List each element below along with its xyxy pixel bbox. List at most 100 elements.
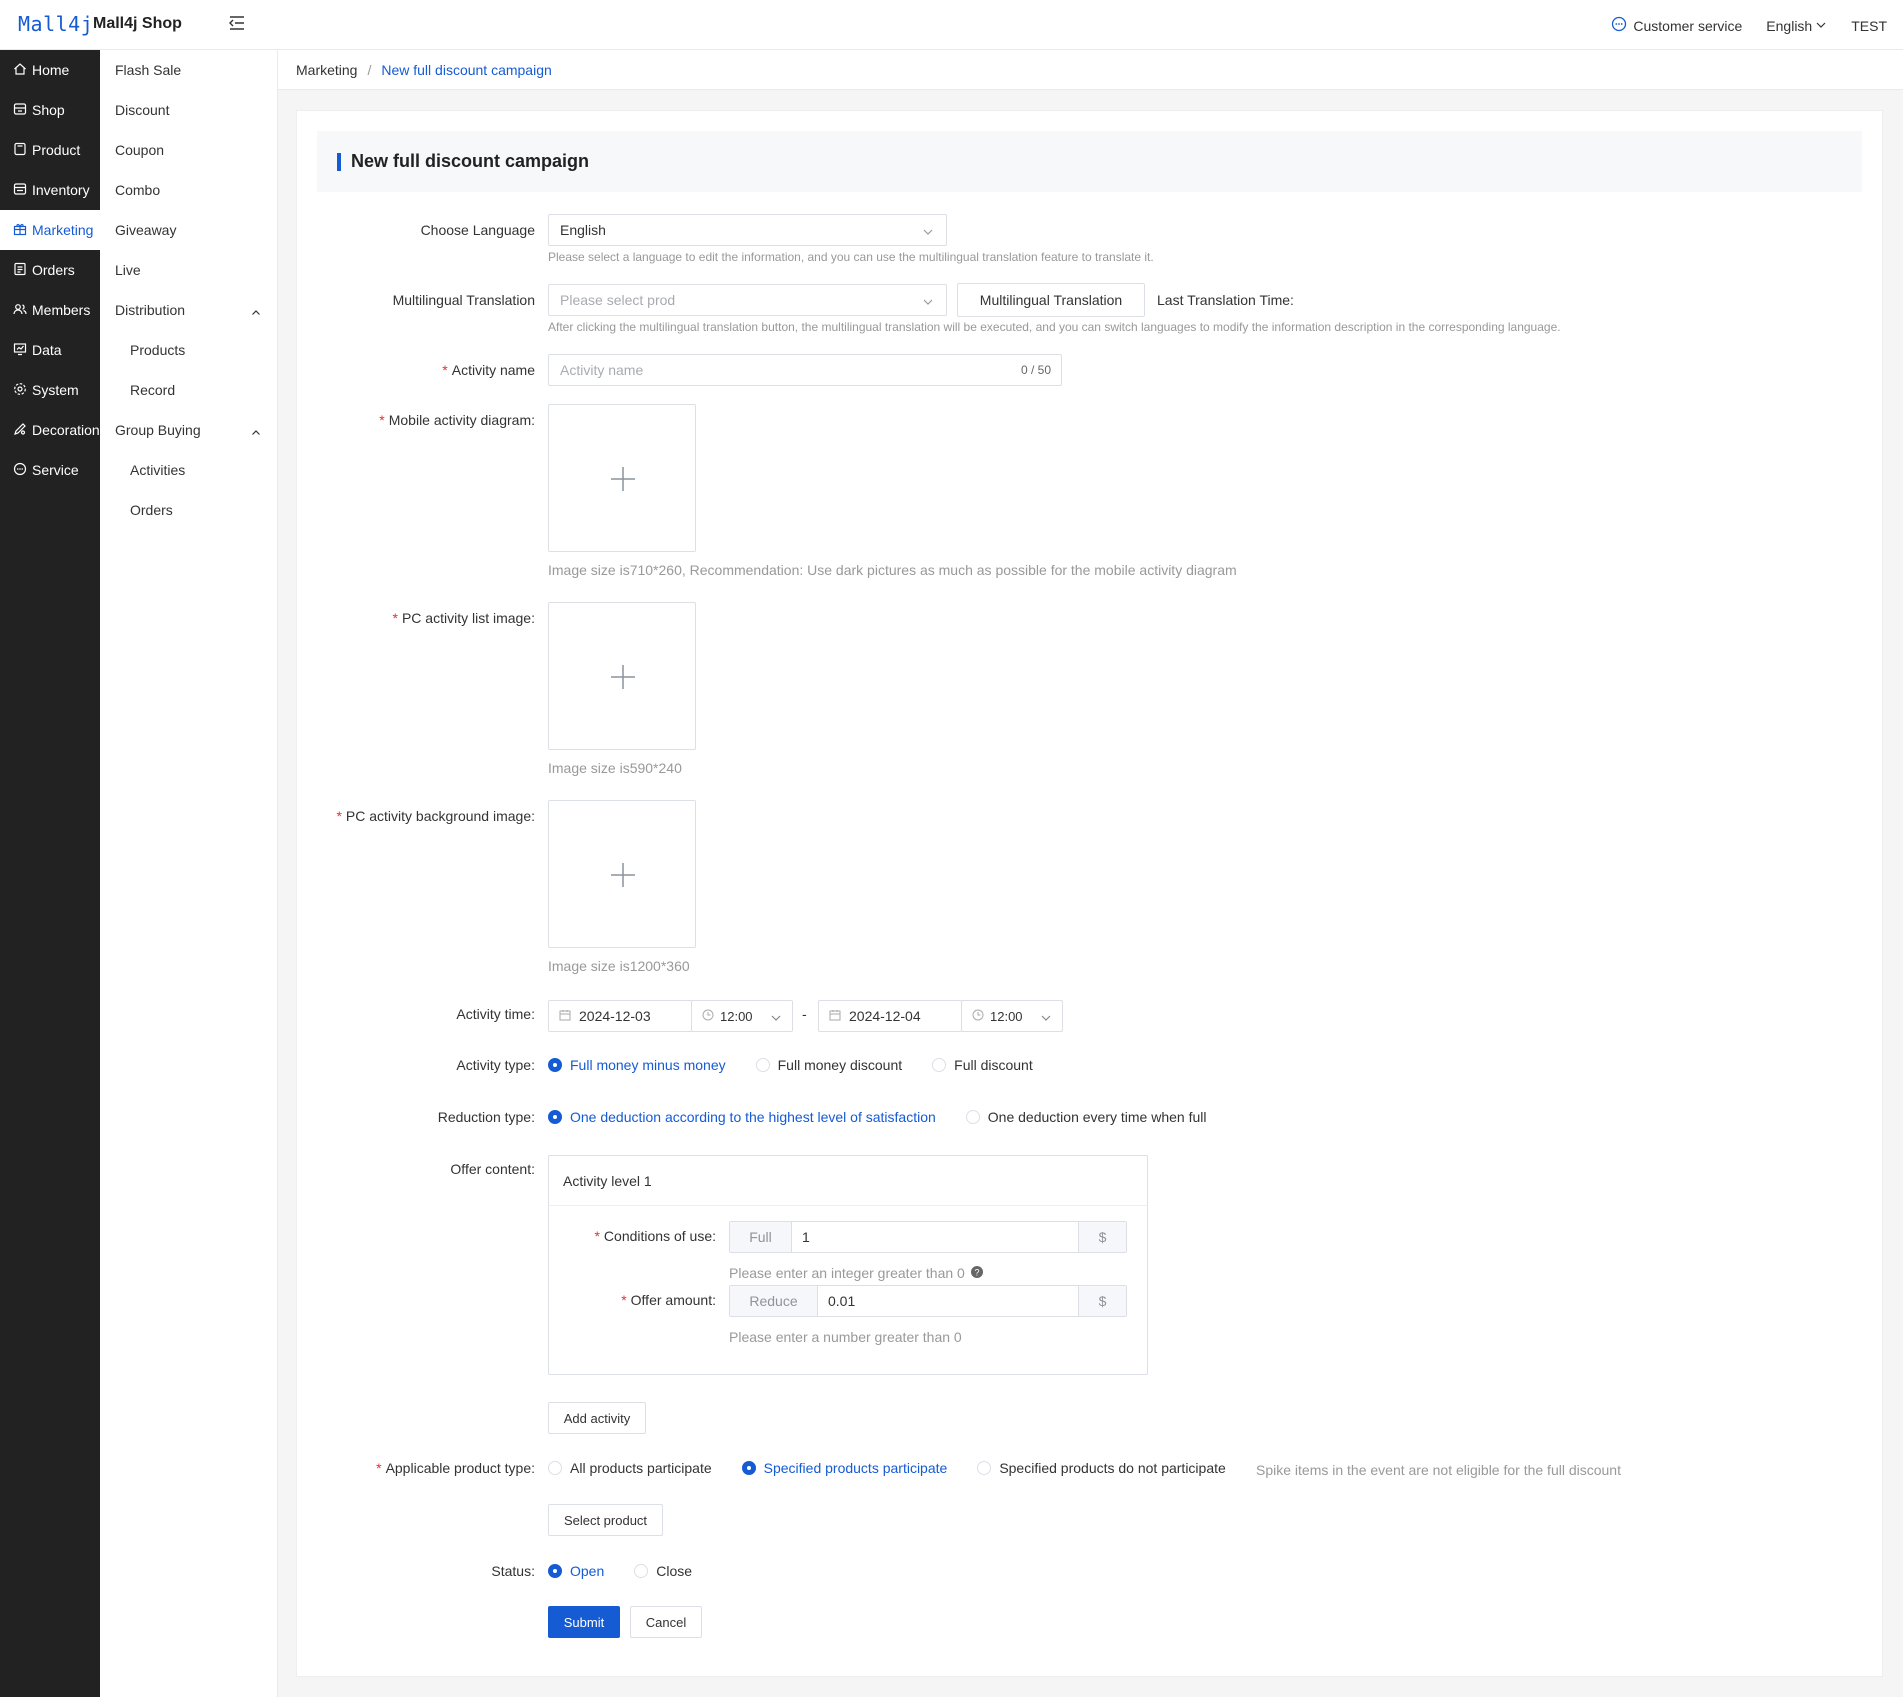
offer-amount-label: * Offer amount:: [621, 1292, 716, 1308]
subnav-item-live[interactable]: Live: [115, 250, 275, 290]
last-translation-time: Last Translation Time:: [1157, 292, 1294, 308]
pc-background-label: * PC activity background image:: [336, 808, 535, 824]
submit-button[interactable]: Submit: [548, 1606, 620, 1638]
sidebar-item-label: Orders: [32, 262, 75, 278]
product-type-radios: All products participate Specified produ…: [548, 1460, 1256, 1476]
language-hint: Please select a language to edit the inf…: [548, 250, 1154, 264]
radio-specified-products-excluded[interactable]: Specified products do not participate: [977, 1460, 1226, 1476]
sidebar-item-orders[interactable]: Orders: [0, 250, 100, 290]
radio-full-money-minus-money[interactable]: Full money minus money: [548, 1057, 726, 1073]
subnav-item-combo[interactable]: Combo: [115, 170, 275, 210]
radio-specified-products-participate[interactable]: Specified products participate: [741, 1460, 947, 1476]
subnav-item-group-orders[interactable]: Orders: [130, 490, 290, 530]
breadcrumb-separator: /: [367, 61, 372, 78]
language-selector[interactable]: English: [1766, 18, 1827, 34]
sidebar-item-label: Members: [32, 302, 91, 318]
sidebar-item-inventory[interactable]: Inventory: [0, 170, 100, 210]
pc-list-image-label: * PC activity list image:: [392, 610, 536, 626]
sidebar-item-decoration[interactable]: Decoration: [0, 410, 100, 450]
activity-type-label: Activity type:: [456, 1057, 535, 1073]
sidebar-item-label: Decoration: [32, 422, 100, 438]
mobile-diagram-label: * Mobile activity diagram:: [379, 412, 535, 428]
start-date-picker[interactable]: 2024-12-03: [548, 1000, 692, 1032]
char-counter: 0 / 50: [1020, 363, 1051, 377]
product-type-note: Spike items in the event are not eligibl…: [1256, 1462, 1621, 1478]
svg-text:?: ?: [974, 1268, 979, 1278]
menu-fold-icon[interactable]: [228, 14, 246, 32]
start-time-value: 12:00: [720, 1008, 753, 1024]
conditions-suffix: $: [1078, 1222, 1126, 1252]
subnav-item-coupon[interactable]: Coupon: [115, 130, 275, 170]
customer-service-link[interactable]: Customer service: [1611, 16, 1742, 35]
language-select[interactable]: English: [548, 214, 947, 246]
subnav-item-flash-sale[interactable]: Flash Sale: [115, 50, 275, 90]
select-product-button[interactable]: Select product: [548, 1504, 663, 1536]
subnav-item-discount[interactable]: Discount: [115, 90, 275, 130]
chat-icon: [1611, 16, 1627, 35]
add-activity-button[interactable]: Add activity: [548, 1402, 646, 1434]
pc-background-upload[interactable]: [548, 800, 696, 948]
radio-all-products[interactable]: All products participate: [548, 1460, 712, 1476]
activity-name-label: * Activity name: [442, 362, 535, 378]
pc-list-image-hint: Image size is590*240: [548, 760, 682, 776]
page-title: New full discount campaign: [351, 151, 590, 171]
sidebar-item-data[interactable]: Data: [0, 330, 100, 370]
subnav-item-group-activities[interactable]: Activities: [130, 450, 290, 490]
breadcrumb-current: New full discount campaign: [381, 61, 552, 78]
sidebar-item-label: Home: [32, 62, 70, 78]
radio-highest-level-deduction[interactable]: One deduction according to the highest l…: [548, 1109, 936, 1125]
conditions-input[interactable]: 1: [792, 1222, 1078, 1252]
data-icon: [13, 342, 27, 359]
radio-deduction-every-time[interactable]: One deduction every time when full: [965, 1109, 1206, 1125]
activity-level-card: Activity level 1 * Conditions of use: Ful…: [548, 1155, 1148, 1375]
gift-icon: [13, 222, 27, 239]
offer-amount-input[interactable]: 0.01: [818, 1286, 1078, 1316]
status-radios: Open Close: [548, 1563, 722, 1579]
offer-amount-prefix: Reduce: [730, 1286, 818, 1316]
cancel-button[interactable]: Cancel: [630, 1606, 702, 1638]
sidebar-item-service[interactable]: Service: [0, 450, 100, 490]
sidebar-item-home[interactable]: Home: [0, 50, 100, 90]
radio-status-open[interactable]: Open: [548, 1563, 604, 1579]
sidebar-item-members[interactable]: Members: [0, 290, 100, 330]
start-time-picker[interactable]: 12:00: [691, 1000, 793, 1032]
sidebar-item-label: Product: [32, 142, 81, 158]
activity-name-placeholder: Activity name: [560, 362, 644, 378]
mobile-diagram-upload[interactable]: [548, 404, 696, 552]
product-type-label: * Applicable product type:: [376, 1460, 535, 1476]
pc-list-image-upload[interactable]: [548, 602, 696, 750]
sidebar-item-system[interactable]: System: [0, 370, 100, 410]
end-time-picker[interactable]: 12:00: [961, 1000, 1063, 1032]
radio-full-discount[interactable]: Full discount: [932, 1057, 1033, 1073]
activity-name-input[interactable]: Activity name 0 / 50: [548, 354, 1062, 386]
multilingual-translation-button[interactable]: Multilingual Translation: [957, 283, 1145, 317]
calendar-icon: [829, 1008, 841, 1024]
sidebar-item-label: Data: [32, 342, 62, 358]
subnav-group-label: Distribution: [115, 302, 186, 318]
radio-full-money-discount[interactable]: Full money discount: [755, 1057, 902, 1073]
conditions-prefix: Full: [730, 1222, 792, 1252]
gear-icon: [13, 382, 27, 399]
help-icon[interactable]: ?: [970, 1265, 983, 1281]
sidebar-item-product[interactable]: Product: [0, 130, 100, 170]
end-date-picker[interactable]: 2024-12-04: [818, 1000, 962, 1032]
user-menu[interactable]: TEST: [1851, 18, 1887, 34]
sidebar-item-shop[interactable]: Shop: [0, 90, 100, 130]
sidebar-item-label: System: [32, 382, 79, 398]
inventory-icon: [13, 182, 27, 199]
chat-icon: [13, 462, 27, 479]
translation-product-select[interactable]: Please select prod: [548, 284, 947, 316]
radio-status-close[interactable]: Close: [634, 1563, 692, 1579]
activity-type-radios: Full money minus money Full money discou…: [548, 1057, 1063, 1073]
plus-icon: [611, 863, 635, 887]
members-icon: [13, 302, 27, 319]
clock-icon: [702, 1008, 714, 1024]
breadcrumb-parent[interactable]: Marketing: [296, 62, 357, 78]
conditions-hint: Please enter an integer greater than 0 ?: [729, 1265, 983, 1281]
breadcrumb: Marketing / New full discount campaign: [278, 50, 1903, 90]
sidebar-item-label: Inventory: [32, 182, 90, 198]
sidebar-item-marketing[interactable]: Marketing: [0, 210, 100, 250]
form-header: New full discount campaign: [317, 131, 1862, 192]
end-time-value: 12:00: [990, 1008, 1023, 1024]
offer-amount-suffix: $: [1078, 1286, 1126, 1316]
